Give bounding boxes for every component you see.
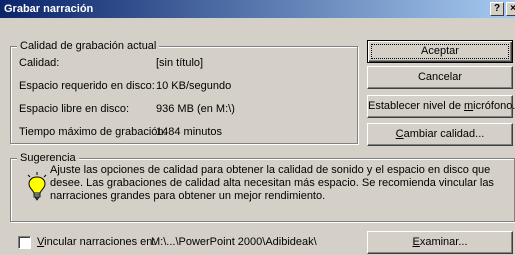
link-narrations-label[interactable]: Vincular narraciones en:	[37, 236, 155, 249]
change-quality-label: Cambiar calidad...	[395, 128, 485, 140]
close-button[interactable]: ×	[506, 2, 515, 16]
cancel-button-label: Cancelar	[417, 71, 463, 83]
ok-button-label: Aceptar	[421, 45, 459, 57]
close-icon: ×	[510, 3, 515, 14]
ok-button[interactable]: Aceptar	[367, 40, 513, 63]
quality-group-legend: Calidad de grabación actual	[17, 40, 160, 53]
browse-button-label: Examinar...	[412, 236, 468, 248]
quality-value: [sin título]	[156, 57, 204, 69]
tip-text: Ajuste las opciones de calidad para obte…	[50, 164, 494, 202]
browse-button[interactable]: Examinar...	[367, 231, 513, 254]
quality-label: Calidad:	[19, 57, 60, 69]
change-quality-button[interactable]: Cambiar calidad...	[367, 123, 513, 146]
set-mic-level-label: Establecer nivel de micrófono...	[368, 100, 515, 112]
help-button[interactable]: ?	[490, 2, 504, 16]
disk-required-label: Espacio requerido en disco:	[19, 80, 155, 92]
record-narration-dialog: Grabar narración ? × Calidad de grabació…	[0, 0, 515, 255]
quality-group: Calidad de grabación actual Calidad: [si…	[10, 40, 358, 144]
disk-required-value: 10 KB/segundo	[156, 80, 232, 92]
lightbulb-icon	[27, 172, 47, 201]
title-bar: Grabar narración ? ×	[0, 0, 515, 18]
link-path: M:\...\PowerPoint 2000\Adibideak\	[151, 236, 317, 248]
free-space-label: Espacio libre en disco:	[19, 103, 130, 115]
max-time-value: 1484 minutos	[156, 126, 223, 138]
cancel-button[interactable]: Cancelar	[367, 66, 513, 89]
dialog-title: Grabar narración	[4, 3, 94, 15]
set-mic-level-button[interactable]: Establecer nivel de micrófono...	[367, 95, 515, 118]
help-icon: ?	[493, 3, 501, 14]
link-narrations-checkbox[interactable]	[18, 236, 31, 249]
max-time-label: Tiempo máximo de grabación:	[19, 126, 167, 138]
free-space-value: 936 MB (en M:\)	[156, 103, 235, 115]
